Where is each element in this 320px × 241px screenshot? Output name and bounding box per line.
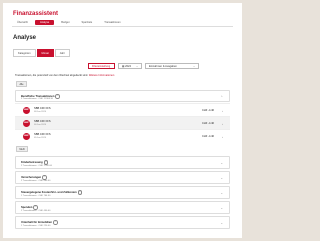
info-text: Transaktionen, die potenziell von dem We…: [15, 74, 114, 77]
more-button[interactable]: Mehr: [16, 146, 29, 153]
chevron-down-icon: ⌄: [220, 191, 223, 195]
transaction-amount: CHF -4.40: [202, 121, 214, 125]
tab-savings-goals[interactable]: Sparziele: [76, 20, 97, 25]
chevron-down-icon: ⌄: [192, 65, 195, 68]
date-select[interactable]: ▦ 2024 ⌄: [118, 63, 142, 69]
category-subtitle: 2 Transaktionen · CHF 450.00: [21, 209, 51, 212]
category-row-childcare[interactable]: Kinderbetreuung i 2 Transaktionen · CHF 1…: [15, 156, 230, 169]
all-button[interactable]: Alle: [16, 81, 27, 88]
transaction-row[interactable]: BNP SBB CFF FFS 05.Jan.2024 CHF -4.40 ›: [15, 129, 230, 142]
more-info-link[interactable]: Weitere Informationen: [89, 74, 114, 77]
nav-divider: [12, 26, 233, 27]
bank-logo-icon: BNP: [23, 106, 30, 114]
tab-budget[interactable]: Budget: [56, 20, 74, 25]
app-title: Finanzassistent: [13, 11, 59, 17]
date-value: 2024: [125, 65, 131, 68]
transaction-amount: CHF -4.40: [202, 134, 214, 138]
transaction-date: 05.Jan.2024: [34, 137, 47, 139]
segment-control: Kategorien Monat Jahr: [13, 49, 70, 57]
category-row-insurance[interactable]: Versicherungen i 2 Transaktionen · CHF 88…: [15, 171, 230, 184]
category-subtitle: 1 Transaktionen · CHF 764.50: [21, 194, 51, 197]
segment-month[interactable]: Monat: [36, 49, 54, 57]
category-subtitle: 2 Transaktionen · CHF 880.00: [21, 179, 51, 182]
category-row-tax-costs[interactable]: Steuergelegene Kosten/Vor- und Zollkoste…: [15, 186, 230, 199]
sort-value: Einnahmen & Ausgaben: [149, 65, 177, 68]
chevron-down-icon: ⌄: [220, 176, 223, 180]
transaction-row[interactable]: BNP SBB CFF FFS 06.Jan.2024 CHF -4.40 ›: [15, 116, 230, 129]
filter-label: Filtereinstellung: [92, 65, 111, 68]
segment-year[interactable]: Jahr: [54, 49, 70, 57]
transaction-date: 06.Jan.2024: [34, 124, 47, 126]
info-icon: i: [77, 190, 83, 195]
info-message: Transaktionen, die potenziell von dem We…: [15, 74, 89, 77]
sort-select[interactable]: Einnahmen & Ausgaben ⌄: [145, 63, 199, 69]
chevron-up-icon: ⌃: [220, 94, 223, 99]
category-subtitle: 2 Transaktionen · CHF 1'200.00: [21, 164, 52, 167]
category-subtitle: 1 Transaktionen · CHF 220.00: [21, 224, 51, 227]
chevron-right-icon: ›: [222, 134, 223, 139]
tab-analysis[interactable]: Analyse: [34, 20, 55, 25]
tab-overview[interactable]: Übersicht: [12, 20, 33, 25]
main-nav: Übersicht Analyse Budget Sparziele Trans…: [12, 20, 126, 25]
app-window: Finanzassistent Übersicht Analyse Budget…: [3, 3, 242, 238]
chevron-down-icon: ⌄: [220, 206, 223, 210]
chevron-down-icon: ⌄: [220, 221, 223, 225]
info-icon: i: [53, 220, 58, 225]
segment-categories[interactable]: Kategorien: [13, 49, 36, 57]
chevron-right-icon: ›: [222, 108, 223, 113]
group-subtitle: 3 Transaktionen · CHF 11'404.30: [21, 98, 53, 100]
transaction-name: SBB CFF FFS: [34, 120, 51, 123]
chevron-down-icon: ⌄: [220, 161, 223, 165]
info-icon: i: [55, 94, 61, 99]
tab-transactions[interactable]: Transaktionen: [99, 20, 125, 25]
chevron-down-icon: ⌄: [135, 65, 138, 68]
category-row-donations[interactable]: Spenden i 2 Transaktionen · CHF 450.00 ⌄: [15, 201, 230, 214]
group-header[interactable]: Berufliche Transaktionen i 3 Transaktione…: [15, 90, 230, 102]
transaction-name: SBB CFF FFS: [34, 107, 51, 110]
transaction-date: 08.Jan.2024: [34, 111, 47, 113]
transaction-row[interactable]: BNP SBB CFF FFS 08.Jan.2024 CHF -4.40 ›: [15, 103, 230, 116]
transaction-amount: CHF -4.40: [202, 108, 214, 112]
transaction-name: SBB CFF FFS: [34, 133, 51, 136]
page-title: Analyse: [13, 35, 37, 41]
filter-button[interactable]: Filtereinstellung: [88, 63, 115, 69]
category-row-property-maintenance[interactable]: Unterhalt für Immobilien i 1 Transaktione…: [15, 216, 230, 229]
chevron-right-icon: ›: [222, 121, 223, 126]
bank-logo-icon: BNP: [23, 132, 30, 140]
bank-logo-icon: BNP: [23, 119, 30, 127]
